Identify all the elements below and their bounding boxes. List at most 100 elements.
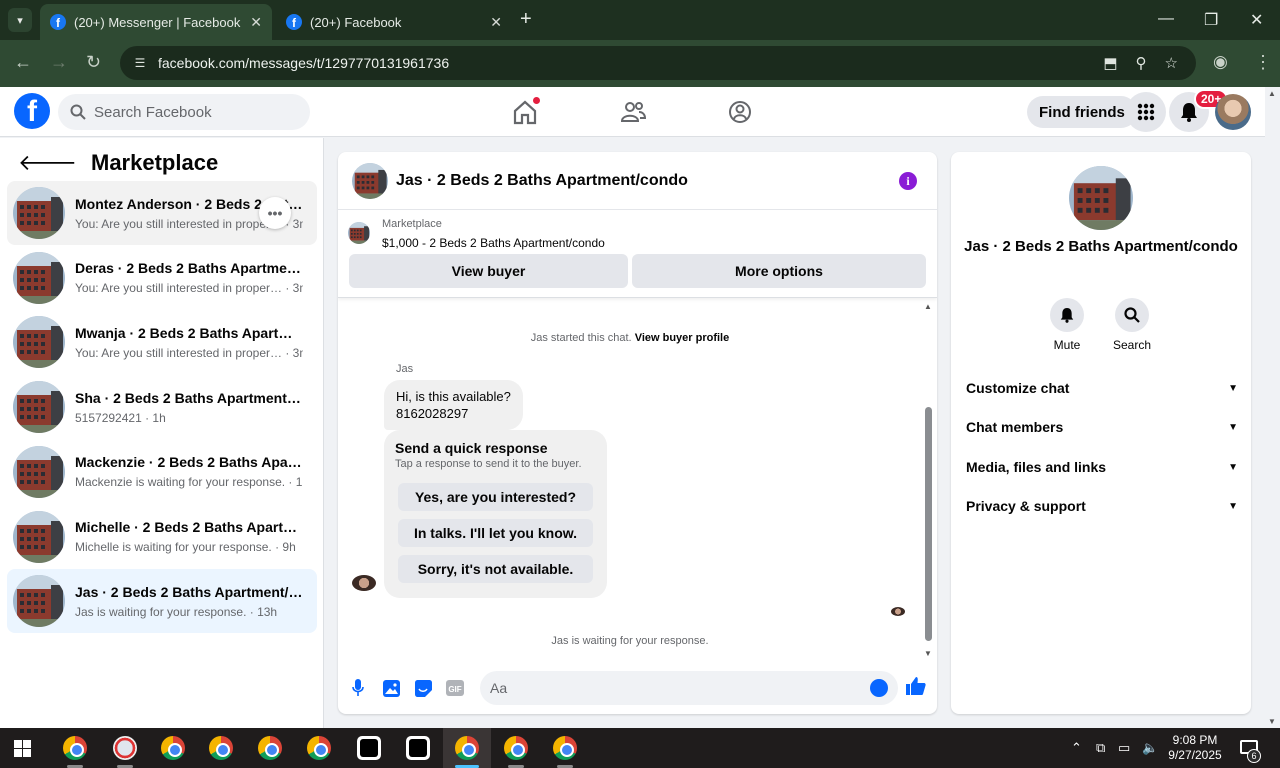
- more-options-icon[interactable]: •••: [259, 197, 291, 229]
- conversation-item[interactable]: Deras · 2 Beds 2 Baths Apartment/condo Yo…: [7, 246, 317, 310]
- scroll-up-icon[interactable]: ▲: [1268, 89, 1276, 98]
- chrome-menu-icon[interactable]: ⋮: [1254, 52, 1272, 73]
- scroll-down-icon[interactable]: ▼: [924, 649, 932, 658]
- listing-thumbnail: [13, 316, 65, 368]
- photo-icon[interactable]: [381, 678, 401, 698]
- volume-icon[interactable]: 🔈: [1142, 740, 1158, 756]
- listing-photo[interactable]: [1069, 166, 1133, 230]
- view-buyer-button[interactable]: View buyer: [349, 254, 628, 288]
- sticker-icon[interactable]: [413, 678, 433, 698]
- mute-action[interactable]: Mute: [1037, 298, 1097, 352]
- new-tab-icon[interactable]: +: [520, 8, 532, 31]
- page-scrollbar[interactable]: ▲ ▼: [1265, 87, 1280, 728]
- profile-icon[interactable]: ◉: [1213, 52, 1228, 72]
- close-tab-icon[interactable]: ✕: [250, 14, 262, 31]
- conversation-item[interactable]: Sha · 2 Beds 2 Baths Apartment/condo 5157…: [7, 375, 317, 439]
- capcut-taskbar-icon[interactable]: [357, 736, 381, 760]
- back-arrow-icon[interactable]: 🡐: [18, 150, 77, 176]
- chrome-taskbar-icon[interactable]: [258, 736, 282, 760]
- conversation-item[interactable]: Mwanja · 2 Beds 2 Baths Apartment/condo Y…: [7, 310, 317, 374]
- waiting-status-text: Jas is waiting for your response.: [551, 635, 709, 647]
- menu-button[interactable]: [1126, 92, 1166, 132]
- chrome-taskbar-icon[interactable]: [161, 736, 185, 760]
- info-icon[interactable]: i: [899, 172, 917, 190]
- scroll-thumb[interactable]: [925, 407, 932, 641]
- privacy-support-section[interactable]: Privacy & support ▼: [966, 494, 1238, 518]
- message-input-box[interactable]: [480, 671, 898, 705]
- conversation-item[interactable]: Montez Anderson · 2 Beds 2 Baths Apartme…: [7, 181, 317, 245]
- app-taskbar-icon[interactable]: [113, 736, 137, 760]
- tab-facebook[interactable]: f (20+) Facebook ✕: [276, 4, 512, 40]
- windows-start-icon[interactable]: [14, 740, 31, 757]
- conversation-item[interactable]: Jas · 2 Beds 2 Baths Apartment/condo Jas …: [7, 569, 317, 634]
- chrome-taskbar-icon[interactable]: [504, 736, 528, 760]
- close-window-icon[interactable]: ✕: [1250, 10, 1263, 30]
- chat-panel: Jas · 2 Beds 2 Baths Apartment/condo i M…: [338, 152, 937, 714]
- facebook-logo-icon[interactable]: f: [14, 93, 50, 129]
- quick-reply-yes-button[interactable]: Yes, are you interested?: [398, 483, 593, 511]
- tab-messenger[interactable]: f (20+) Messenger | Facebook ✕: [40, 4, 272, 40]
- chat-scrollbar[interactable]: ▲ ▼: [922, 302, 936, 658]
- chrome-taskbar-icon[interactable]: [553, 736, 577, 760]
- marketplace-label: Marketplace: [382, 218, 442, 230]
- friends-nav-icon[interactable]: [618, 97, 648, 127]
- section-label: Customize chat: [966, 380, 1070, 396]
- chrome-taskbar-icon[interactable]: [63, 736, 87, 760]
- sender-avatar[interactable]: [352, 575, 376, 591]
- network-icon[interactable]: ▭: [1118, 740, 1130, 756]
- back-icon[interactable]: ←: [14, 52, 32, 73]
- tab-title: (20+) Messenger | Facebook: [74, 14, 241, 30]
- home-nav-icon[interactable]: [510, 97, 540, 127]
- meet-now-icon[interactable]: ⧉: [1096, 740, 1105, 756]
- search-input[interactable]: [94, 103, 294, 121]
- chevron-up-icon[interactable]: ⌃: [1071, 740, 1082, 756]
- customize-chat-section[interactable]: Customize chat ▼: [966, 376, 1238, 400]
- chat-members-section[interactable]: Chat members ▼: [966, 415, 1238, 439]
- scroll-down-icon[interactable]: ▼: [1268, 717, 1276, 726]
- quick-response-title: Send a quick response: [395, 440, 548, 456]
- microphone-icon[interactable]: [348, 678, 368, 698]
- chrome-taskbar-icon[interactable]: [455, 736, 479, 760]
- chrome-taskbar-icon[interactable]: [209, 736, 233, 760]
- emoji-icon[interactable]: [870, 679, 888, 697]
- listing-thumbnail-small: [348, 222, 370, 244]
- listing-thumbnail[interactable]: [352, 163, 388, 199]
- capcut-taskbar-icon[interactable]: [406, 736, 430, 760]
- gaming-nav-icon[interactable]: [725, 97, 755, 127]
- find-friends-button[interactable]: Find friends: [1027, 96, 1137, 128]
- thumbs-up-icon[interactable]: [906, 676, 926, 702]
- chrome-taskbar-icon[interactable]: [307, 736, 331, 760]
- install-app-icon[interactable]: ⬒: [1103, 54, 1117, 72]
- incoming-message[interactable]: Hi, is this available? 8162028297: [384, 380, 523, 430]
- conversation-title: Mwanja · 2 Beds 2 Baths Apartment/condo: [75, 324, 303, 341]
- tab-search-button[interactable]: ▾: [8, 8, 32, 32]
- conversation-item[interactable]: Mackenzie · 2 Beds 2 Baths Apartment/con…: [7, 440, 317, 504]
- quick-reply-in-talks-button[interactable]: In talks. I'll let you know.: [398, 519, 593, 547]
- listing-price-title[interactable]: $1,000 - 2 Beds 2 Baths Apartment/condo: [382, 236, 605, 250]
- site-info-icon[interactable]: ☰: [130, 53, 150, 73]
- system-clock[interactable]: 9:08 PM 9/27/2025: [1165, 733, 1225, 763]
- forward-icon[interactable]: →: [50, 52, 68, 73]
- quick-reply-not-available-button[interactable]: Sorry, it's not available.: [398, 555, 593, 583]
- zoom-icon[interactable]: ⚲: [1136, 54, 1147, 72]
- conversation-item[interactable]: Michelle · 2 Beds 2 Baths Apartment/cond…: [7, 505, 317, 569]
- account-avatar[interactable]: [1215, 94, 1251, 130]
- search-action[interactable]: Search: [1102, 298, 1162, 352]
- view-buyer-profile-link[interactable]: View buyer profile: [635, 332, 730, 344]
- reload-icon[interactable]: ↻: [86, 52, 101, 73]
- url-text[interactable]: facebook.com/messages/t/1297770131961736: [158, 55, 1103, 71]
- message-line: Hi, is this available?: [396, 389, 511, 404]
- bookmark-star-icon[interactable]: ☆: [1165, 54, 1178, 72]
- conversation-title: Deras · 2 Beds 2 Baths Apartment/condo: [75, 260, 303, 277]
- minimize-icon[interactable]: —: [1158, 10, 1174, 28]
- search-bar[interactable]: [58, 94, 310, 130]
- gif-icon[interactable]: GIF: [445, 678, 465, 698]
- media-files-links-section[interactable]: Media, files and links ▼: [966, 455, 1238, 479]
- restore-icon[interactable]: ❐: [1204, 10, 1218, 30]
- scroll-up-icon[interactable]: ▲: [924, 302, 932, 311]
- omnibox[interactable]: ☰ facebook.com/messages/t/12977701319617…: [120, 46, 1196, 80]
- close-tab-icon[interactable]: ✕: [490, 14, 502, 31]
- message-input[interactable]: [490, 680, 860, 696]
- chat-title[interactable]: Jas · 2 Beds 2 Baths Apartment/condo: [396, 172, 688, 190]
- more-options-button[interactable]: More options: [632, 254, 926, 288]
